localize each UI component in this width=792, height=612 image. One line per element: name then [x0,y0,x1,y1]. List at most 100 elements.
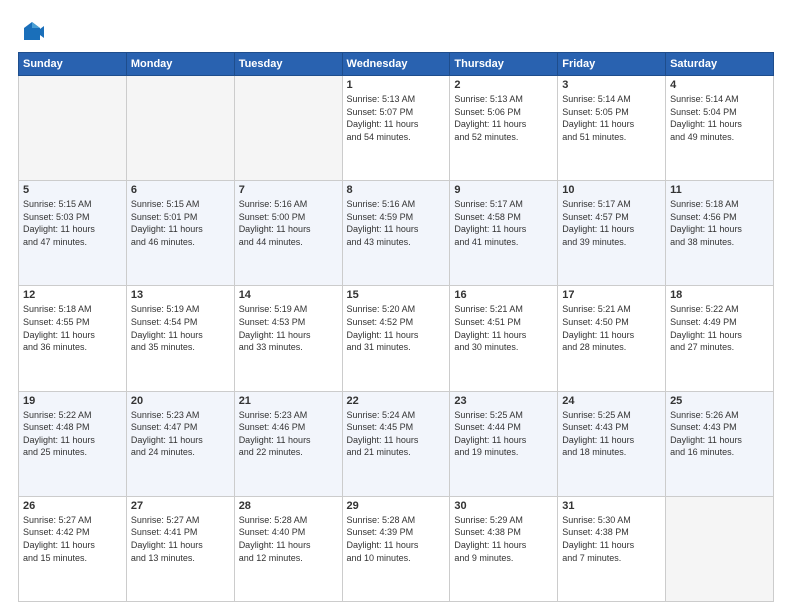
calendar-cell: 25Sunrise: 5:26 AM Sunset: 4:43 PM Dayli… [666,391,774,496]
cell-content: Sunrise: 5:25 AM Sunset: 4:44 PM Dayligh… [454,409,553,459]
calendar-cell: 14Sunrise: 5:19 AM Sunset: 4:53 PM Dayli… [234,286,342,391]
page: SundayMondayTuesdayWednesdayThursdayFrid… [0,0,792,612]
weekday-header-row: SundayMondayTuesdayWednesdayThursdayFrid… [19,53,774,76]
day-number: 6 [131,184,230,196]
calendar-cell: 3 Sunrise: 5:14 AM Sunset: 5:05 PM Daylig… [558,76,666,181]
day-number: 15 [347,289,446,301]
cell-content: Sunrise: 5:23 AM Sunset: 4:46 PM Dayligh… [239,409,338,459]
day-number: 5 [23,184,122,196]
day-number: 11 [670,184,769,196]
weekday-header-cell: Sunday [19,53,127,76]
calendar-cell: 8 Sunrise: 5:16 AM Sunset: 4:59 PM Daylig… [342,181,450,286]
calendar-cell: 2 Sunrise: 5:13 AM Sunset: 5:06 PM Daylig… [450,76,558,181]
day-number: 3 [562,79,661,91]
day-number: 24 [562,395,661,407]
day-number: 1 [347,79,446,91]
day-number: 26 [23,500,122,512]
cell-content: Sunrise: 5:27 AM Sunset: 4:41 PM Dayligh… [131,514,230,564]
calendar-cell: 19 Sunrise: 5:22 AM Sunset: 4:48 PM Dayli… [19,391,127,496]
cell-content: Sunrise: 5:15 AM Sunset: 5:01 PM Dayligh… [131,198,230,248]
day-number: 23 [454,395,553,407]
weekday-header-cell: Wednesday [342,53,450,76]
day-number: 16 [454,289,553,301]
cell-content: Sunrise: 5:17 AM Sunset: 4:58 PM Dayligh… [454,198,553,248]
logo-icon [18,18,46,46]
cell-content: Sunrise: 5:17 AM Sunset: 4:57 PM Dayligh… [562,198,661,248]
calendar-cell: 10 Sunrise: 5:17 AM Sunset: 4:57 PM Dayli… [558,181,666,286]
calendar-cell: 27 Sunrise: 5:27 AM Sunset: 4:41 PM Dayli… [126,496,234,601]
cell-content: Sunrise: 5:19 AM Sunset: 4:54 PM Dayligh… [131,303,230,353]
calendar-week-row: 12 Sunrise: 5:18 AM Sunset: 4:55 PM Dayli… [19,286,774,391]
day-number: 4 [670,79,769,91]
cell-content: Sunrise: 5:30 AM Sunset: 4:38 PM Dayligh… [562,514,661,564]
calendar-cell: 23 Sunrise: 5:25 AM Sunset: 4:44 PM Dayli… [450,391,558,496]
calendar-cell: 12 Sunrise: 5:18 AM Sunset: 4:55 PM Dayli… [19,286,127,391]
day-number: 10 [562,184,661,196]
calendar-cell: 15 Sunrise: 5:20 AM Sunset: 4:52 PM Dayli… [342,286,450,391]
cell-content: Sunrise: 5:19 AM Sunset: 4:53 PM Dayligh… [239,303,338,353]
cell-content: Sunrise: 5:13 AM Sunset: 5:06 PM Dayligh… [454,93,553,143]
calendar-cell: 29Sunrise: 5:28 AM Sunset: 4:39 PM Dayli… [342,496,450,601]
cell-content: Sunrise: 5:29 AM Sunset: 4:38 PM Dayligh… [454,514,553,564]
calendar-cell: 16 Sunrise: 5:21 AM Sunset: 4:51 PM Dayli… [450,286,558,391]
calendar-cell: 13 Sunrise: 5:19 AM Sunset: 4:54 PM Dayli… [126,286,234,391]
cell-content: Sunrise: 5:24 AM Sunset: 4:45 PM Dayligh… [347,409,446,459]
calendar-body: 1 Sunrise: 5:13 AM Sunset: 5:07 PM Daylig… [19,76,774,602]
calendar-cell: 28 Sunrise: 5:28 AM Sunset: 4:40 PM Dayli… [234,496,342,601]
day-number: 29 [347,500,446,512]
day-number: 17 [562,289,661,301]
cell-content: Sunrise: 5:25 AM Sunset: 4:43 PM Dayligh… [562,409,661,459]
calendar-cell [234,76,342,181]
calendar-cell: 26 Sunrise: 5:27 AM Sunset: 4:42 PM Dayli… [19,496,127,601]
calendar-cell [19,76,127,181]
cell-content: Sunrise: 5:14 AM Sunset: 5:05 PM Dayligh… [562,93,661,143]
day-number: 2 [454,79,553,91]
day-number: 28 [239,500,338,512]
weekday-header-cell: Monday [126,53,234,76]
day-number: 27 [131,500,230,512]
calendar-cell: 31Sunrise: 5:30 AM Sunset: 4:38 PM Dayli… [558,496,666,601]
cell-content: Sunrise: 5:23 AM Sunset: 4:47 PM Dayligh… [131,409,230,459]
day-number: 19 [23,395,122,407]
weekday-header-cell: Thursday [450,53,558,76]
calendar-cell: 20 Sunrise: 5:23 AM Sunset: 4:47 PM Dayli… [126,391,234,496]
calendar-week-row: 1 Sunrise: 5:13 AM Sunset: 5:07 PM Daylig… [19,76,774,181]
cell-content: Sunrise: 5:22 AM Sunset: 4:48 PM Dayligh… [23,409,122,459]
day-number: 8 [347,184,446,196]
calendar-cell: 6 Sunrise: 5:15 AM Sunset: 5:01 PM Daylig… [126,181,234,286]
day-number: 13 [131,289,230,301]
cell-content: Sunrise: 5:16 AM Sunset: 4:59 PM Dayligh… [347,198,446,248]
cell-content: Sunrise: 5:21 AM Sunset: 4:51 PM Dayligh… [454,303,553,353]
calendar-cell: 5 Sunrise: 5:15 AM Sunset: 5:03 PM Daylig… [19,181,127,286]
cell-content: Sunrise: 5:27 AM Sunset: 4:42 PM Dayligh… [23,514,122,564]
weekday-header-cell: Friday [558,53,666,76]
cell-content: Sunrise: 5:18 AM Sunset: 4:55 PM Dayligh… [23,303,122,353]
calendar-cell: 30Sunrise: 5:29 AM Sunset: 4:38 PM Dayli… [450,496,558,601]
calendar-table: SundayMondayTuesdayWednesdayThursdayFrid… [18,52,774,602]
cell-content: Sunrise: 5:20 AM Sunset: 4:52 PM Dayligh… [347,303,446,353]
day-number: 12 [23,289,122,301]
day-number: 18 [670,289,769,301]
day-number: 21 [239,395,338,407]
calendar-cell: 9Sunrise: 5:17 AM Sunset: 4:58 PM Daylig… [450,181,558,286]
calendar-cell: 1 Sunrise: 5:13 AM Sunset: 5:07 PM Daylig… [342,76,450,181]
cell-content: Sunrise: 5:28 AM Sunset: 4:40 PM Dayligh… [239,514,338,564]
cell-content: Sunrise: 5:13 AM Sunset: 5:07 PM Dayligh… [347,93,446,143]
cell-content: Sunrise: 5:22 AM Sunset: 4:49 PM Dayligh… [670,303,769,353]
cell-content: Sunrise: 5:21 AM Sunset: 4:50 PM Dayligh… [562,303,661,353]
cell-content: Sunrise: 5:14 AM Sunset: 5:04 PM Dayligh… [670,93,769,143]
cell-content: Sunrise: 5:15 AM Sunset: 5:03 PM Dayligh… [23,198,122,248]
cell-content: Sunrise: 5:26 AM Sunset: 4:43 PM Dayligh… [670,409,769,459]
calendar-header: SundayMondayTuesdayWednesdayThursdayFrid… [19,53,774,76]
calendar-cell: 21 Sunrise: 5:23 AM Sunset: 4:46 PM Dayli… [234,391,342,496]
day-number: 7 [239,184,338,196]
cell-content: Sunrise: 5:18 AM Sunset: 4:56 PM Dayligh… [670,198,769,248]
logo [18,18,50,46]
weekday-header-cell: Saturday [666,53,774,76]
header [18,18,774,46]
calendar-cell: 18 Sunrise: 5:22 AM Sunset: 4:49 PM Dayli… [666,286,774,391]
day-number: 20 [131,395,230,407]
calendar-cell [126,76,234,181]
calendar-cell: 24 Sunrise: 5:25 AM Sunset: 4:43 PM Dayli… [558,391,666,496]
calendar-cell: 7Sunrise: 5:16 AM Sunset: 5:00 PM Daylig… [234,181,342,286]
